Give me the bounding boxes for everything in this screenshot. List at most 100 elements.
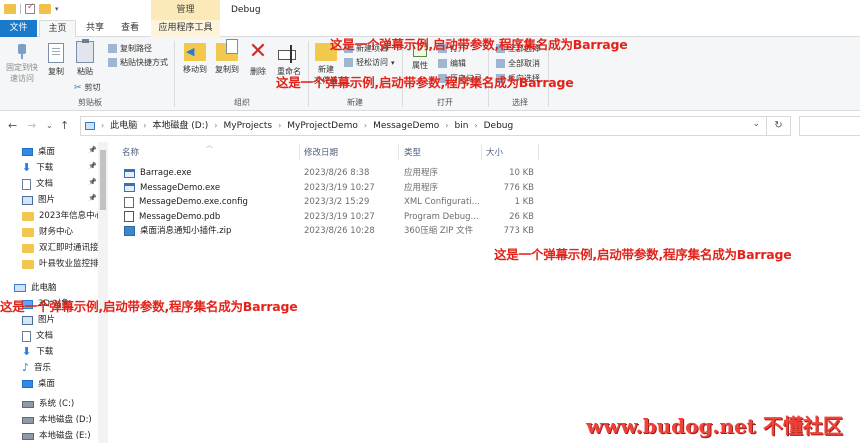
divider	[174, 41, 175, 107]
tab-application-tools[interactable]: 应用程序工具	[151, 20, 220, 37]
move-to-button[interactable]: 移动到	[180, 43, 210, 75]
delete-button[interactable]: ✕ 删除	[246, 41, 270, 77]
copy-to-button[interactable]: 复制到	[212, 39, 242, 75]
back-arrow-icon[interactable]: ←	[8, 119, 17, 132]
pin-icon[interactable]: 📌	[88, 178, 97, 186]
file-size: 776 KB	[503, 182, 534, 193]
nav-item-label: 2023年信息中心	[39, 211, 104, 221]
search-input[interactable]	[799, 116, 860, 136]
nav-item[interactable]: 桌面	[22, 144, 55, 160]
delete-icon: ✕	[248, 39, 268, 64]
pin-to-quick-access-button[interactable]: 固定到快 速访问	[4, 43, 40, 84]
breadcrumb-drive-d[interactable]: 本地磁盘 (D:)	[152, 117, 208, 135]
pin-icon[interactable]: 📌	[88, 146, 97, 154]
this-pc-icon	[14, 284, 26, 292]
nav-item[interactable]: 此电脑	[14, 280, 57, 296]
nav-item[interactable]: 本地磁盘 (D:)	[22, 412, 92, 428]
file-name-cell: MessageDemo.exe.config	[124, 195, 248, 209]
file-row[interactable]: Barrage.exe 2023/8/26 8:38 应用程序 10 KB	[118, 166, 538, 180]
chevron-right-icon: ›	[363, 121, 368, 130]
tab-view[interactable]: 查看	[115, 20, 145, 37]
chevron-down-icon[interactable]: ⌄	[752, 119, 760, 129]
window-title: Debug	[231, 5, 261, 15]
nav-item-label: 下载	[36, 163, 54, 173]
file-row[interactable]: MessageDemo.exe 2023/3/19 10:27 应用程序 776 KB	[118, 181, 538, 195]
this-pc-icon	[85, 122, 95, 130]
select-group-label: 选择	[512, 98, 528, 107]
up-arrow-icon[interactable]: ↑	[60, 119, 69, 132]
breadcrumb-bin[interactable]: bin	[454, 117, 468, 135]
nav-scrollbar-thumb[interactable]	[100, 150, 106, 210]
open-group-label: 打开	[437, 98, 453, 107]
file-date: 2023/3/19 10:27	[304, 182, 375, 193]
file-row[interactable]: 桌面消息通知小插件.zip 2023/8/26 10:28 360压缩 ZIP 文件…	[118, 224, 538, 238]
breadcrumb-myprojectdemo[interactable]: MyProjectDemo	[287, 117, 358, 135]
nav-item[interactable]: ⬇ 下载	[22, 160, 53, 176]
nav-item[interactable]: 桌面	[22, 376, 55, 392]
forward-arrow-icon[interactable]: →	[27, 119, 36, 132]
paste-button[interactable]: 粘贴	[72, 39, 98, 77]
breadcrumb-myprojects[interactable]: MyProjects	[223, 117, 272, 135]
file-row[interactable]: MessageDemo.pdb 2023/3/19 10:27 Program De…	[118, 210, 538, 224]
chevron-down-icon[interactable]: ▾	[55, 5, 59, 13]
copy-button[interactable]: 复制	[44, 43, 68, 77]
title-bar: ▾ 管理 Debug	[0, 0, 860, 20]
file-name: MessageDemo.exe	[140, 182, 221, 193]
picture-icon	[22, 195, 33, 205]
breadcrumb-messagedemo[interactable]: MessageDemo	[373, 117, 439, 135]
nav-item[interactable]: 叶县牧业监控排:	[22, 256, 101, 272]
nav-item[interactable]: 文档	[22, 328, 53, 344]
file-size: 1 KB	[514, 197, 534, 207]
file-date: 2023/3/19 10:27	[304, 211, 375, 222]
easy-access-label: 轻松访问	[356, 58, 388, 67]
pin-icon[interactable]: 📌	[88, 162, 97, 170]
nav-item[interactable]: 文档	[22, 176, 53, 192]
watermark: www.budog.net 不懂社区	[586, 414, 843, 438]
nav-item[interactable]: ⬇ 下载	[22, 344, 53, 360]
nav-item[interactable]: 财务中心	[22, 224, 73, 240]
cut-button[interactable]: ✂ 剪切	[74, 82, 101, 93]
select-none-button[interactable]: 全部取消	[496, 58, 540, 69]
file-row[interactable]: MessageDemo.exe.config 2023/3/2 15:29 XML …	[118, 195, 538, 209]
nav-item[interactable]: 图片	[22, 192, 55, 208]
nav-item[interactable]: 本地磁盘 (E:)	[22, 428, 91, 443]
nav-item[interactable]: 双汇即时通讯接(	[22, 240, 102, 256]
organize-group-label: 组织	[234, 98, 250, 107]
column-header-date[interactable]: 修改日期	[304, 146, 338, 158]
nav-item[interactable]: 2023年信息中心	[22, 208, 103, 224]
recent-locations-chevron-icon[interactable]: ⌄	[46, 121, 53, 130]
column-header-name[interactable]: 名称	[122, 146, 139, 158]
divider	[538, 144, 539, 160]
tab-share[interactable]: 共享	[80, 20, 110, 37]
nav-item[interactable]: ♪ 音乐	[22, 360, 51, 376]
copy-path-icon	[108, 44, 117, 53]
file-type: XML Configurati...	[404, 197, 480, 207]
chevron-right-icon: ›	[101, 121, 105, 130]
pin-icon[interactable]: 📌	[88, 194, 97, 202]
breadcrumb-debug[interactable]: Debug	[484, 117, 514, 135]
edit-button[interactable]: 编辑	[438, 58, 466, 69]
new-folder-quick-icon[interactable]	[39, 4, 51, 14]
tab-file[interactable]: 文件	[0, 20, 37, 37]
paste-shortcut-button[interactable]: 粘贴快捷方式	[108, 57, 168, 68]
copy-path-button[interactable]: 复制路径	[108, 43, 152, 54]
nav-item[interactable]: 系统 (C:)	[22, 396, 74, 412]
refresh-icon[interactable]: ↻	[767, 116, 791, 136]
copy-icon	[48, 43, 64, 63]
column-header-size[interactable]: 大小	[486, 146, 503, 158]
chevron-right-icon: ›	[278, 121, 282, 130]
tab-home[interactable]: 主页	[39, 20, 76, 38]
easy-access-button[interactable]: 轻松访问 ▾	[344, 57, 395, 68]
download-icon: ⬇	[22, 345, 32, 358]
file-name-cell: MessageDemo.exe	[124, 181, 220, 195]
manage-context-tab[interactable]: 管理	[151, 0, 220, 20]
file-date: 2023/3/2 15:29	[304, 197, 370, 207]
column-header-type[interactable]: 类型	[404, 146, 421, 158]
properties-quick-icon[interactable]	[25, 2, 35, 14]
document-icon	[22, 330, 31, 342]
breadcrumb-this-pc[interactable]: 此电脑	[110, 117, 137, 135]
nav-item-label: 此电脑	[31, 283, 57, 293]
drive-icon	[22, 432, 34, 440]
paste-label: 粘贴	[77, 67, 93, 76]
address-bar[interactable]: › 此电脑 › 本地磁盘 (D:) › MyProjects › MyProje…	[80, 116, 767, 136]
